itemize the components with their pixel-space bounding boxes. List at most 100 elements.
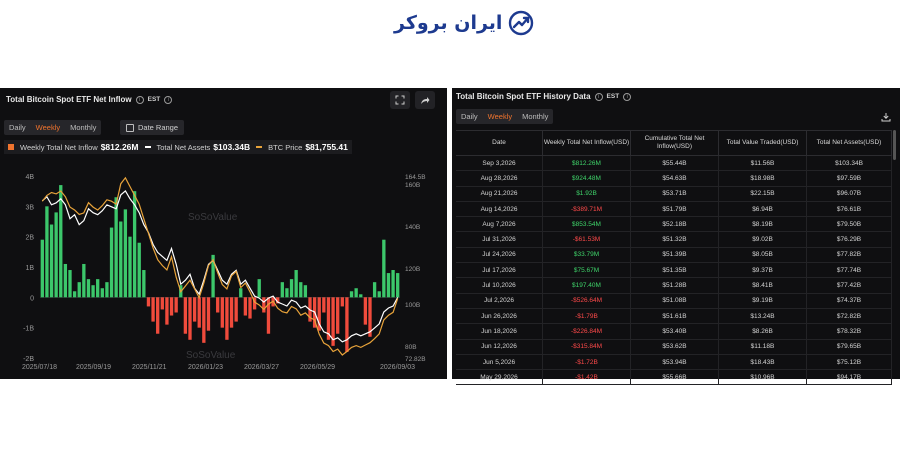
right-axis-tick: 160B <box>405 182 420 189</box>
column-header-date[interactable]: Date <box>456 131 543 155</box>
cell-weekly-inflow: -$61.53M <box>543 232 631 247</box>
inflow-bar <box>216 297 220 313</box>
info-icon[interactable]: i <box>164 95 173 104</box>
inflow-bar <box>280 282 284 298</box>
table-row[interactable]: Sep 3,2026 $812.26M $55.44B $11.56B $103.34B <box>456 156 892 172</box>
inflow-bar <box>72 291 77 298</box>
table-row[interactable]: Jun 18,2026 -$226.84M $53.40B $8.26B $78.32B <box>456 324 892 340</box>
download-button[interactable] <box>876 108 896 126</box>
chart-panel-title: Total Bitcoin Spot ETF Net Inflow <box>6 95 132 104</box>
table-row[interactable]: Aug 14,2026 -$389.71M $51.79B $6.94B $76.61B <box>456 201 892 218</box>
info-icon[interactable]: i <box>623 92 632 101</box>
inflow-bar <box>239 288 243 298</box>
inflow-bar <box>45 206 49 298</box>
table-row[interactable]: Aug 7,2026 $853.54M $52.18B $8.19B $79.50B <box>456 217 892 233</box>
cell-weekly-inflow: -$1.72B <box>543 354 631 370</box>
left-axis-tick: 4B <box>25 174 34 181</box>
inflow-bar <box>220 297 224 328</box>
cell-net-assets: $96.07B <box>807 186 892 201</box>
inflow-bar <box>202 297 206 343</box>
tab-weekly[interactable]: Weekly <box>31 120 65 135</box>
inflow-bar <box>349 291 354 298</box>
info-icon[interactable]: i <box>135 95 144 104</box>
share-button[interactable] <box>415 91 435 109</box>
brand-chart-icon <box>509 10 534 36</box>
inflow-bar <box>68 270 72 298</box>
cell-net-assets: $76.29B <box>807 232 892 247</box>
brand-logo[interactable]: ایران بروکر <box>394 10 534 36</box>
table-panel-title-row: Total Bitcoin Spot ETF History Data i ES… <box>456 92 632 101</box>
inflow-bar <box>183 297 188 334</box>
tab-daily[interactable]: Daily <box>4 120 31 135</box>
download-icon <box>881 113 891 122</box>
inflow-bar <box>142 270 146 298</box>
right-axis-tick: 80B <box>405 344 417 351</box>
table-row[interactable]: Jun 12,2026 -$315.84M $53.62B $11.18B $79.65… <box>456 339 892 355</box>
inflow-bar <box>188 297 192 340</box>
tab-daily[interactable]: Daily <box>456 109 483 124</box>
table-row[interactable]: Jul 2,2026 -$526.64M $51.08B $9.19B $74.37B <box>456 293 892 309</box>
tab-weekly[interactable]: Weekly <box>483 109 517 124</box>
brand-header: ایران بروکر <box>0 0 900 50</box>
table-scrollbar[interactable] <box>893 130 896 160</box>
cell-weekly-inflow: -$226.84M <box>543 324 631 339</box>
fullscreen-button[interactable] <box>390 91 410 109</box>
legend-swatch <box>144 146 151 148</box>
cell-cumulative-inflow: $51.79B <box>631 201 719 217</box>
inflow-bar <box>40 239 44 298</box>
inflow-bar <box>396 273 400 298</box>
cell-weekly-inflow: $1.92B <box>543 186 631 201</box>
date-range-button[interactable]: Date Range <box>120 120 185 135</box>
inflow-bar <box>119 221 123 298</box>
right-axis-tick: 164.5B <box>405 174 426 181</box>
history-data-panel: Total Bitcoin Spot ETF History Data i ES… <box>452 88 900 386</box>
column-header-value-traded[interactable]: Total Value Traded(USD) <box>719 131 807 155</box>
cell-value-traded: $11.18B <box>719 339 807 354</box>
table-row[interactable]: Aug 21,2026 $1.92B $53.71B $22.15B $96.07B <box>456 186 892 202</box>
legend-swatch <box>256 146 263 148</box>
legend-item-inflow[interactable]: Weekly Total Net Inflow $812.26M <box>8 142 139 152</box>
cell-net-assets: $77.74B <box>807 263 892 278</box>
share-icon <box>421 97 430 104</box>
table-row[interactable]: May 29,2026 -$1.42B $55.66B $10.96B $94.17B <box>456 370 892 386</box>
table-row[interactable]: Jun 26,2026 -$1.79B $51.61B $13.24B $72.82B <box>456 308 892 325</box>
table-row[interactable]: Jul 17,2026 $75.67M $51.35B $9.37B $77.74B <box>456 263 892 279</box>
cell-date: Jul 2,2026 <box>456 293 543 308</box>
table-row[interactable]: Aug 28,2026 $924.48M $54.63B $18.98B $97.59B <box>456 171 892 187</box>
legend-label: Total Net Assets <box>156 142 211 152</box>
inflow-bar <box>96 279 100 298</box>
column-header-net-assets[interactable]: Total Net Assets(USD) <box>807 131 892 155</box>
cell-net-assets: $79.65B <box>807 339 892 354</box>
x-axis-tick: 2026/05/29 <box>300 364 335 371</box>
cell-cumulative-inflow: $51.32B <box>631 232 719 247</box>
inflow-bar <box>234 297 238 322</box>
table-row[interactable]: Jun 5,2026 -$1.72B $53.94B $18.43B $75.12B <box>456 354 892 371</box>
table-row[interactable]: Jul 31,2026 -$61.53M $51.32B $9.02B $76.29B <box>456 232 892 248</box>
tab-monthly[interactable]: Monthly <box>65 120 101 135</box>
right-axis-tick: 100B <box>405 302 420 309</box>
cell-date: Sep 3,2026 <box>456 156 543 171</box>
cell-net-assets: $75.12B <box>807 354 892 370</box>
legend-item-assets[interactable]: Total Net Assets $103.34B <box>144 142 250 152</box>
inflow-bar <box>63 263 68 298</box>
legend-item-btc-price[interactable]: BTC Price $81,755.41 <box>256 142 348 152</box>
cell-net-assets: $78.32B <box>807 324 892 339</box>
inflow-bar <box>289 279 294 298</box>
column-header-weekly-inflow[interactable]: Weekly Total Net Inflow(USD) <box>543 131 631 155</box>
cell-date: Jun 5,2026 <box>456 354 543 370</box>
inflow-bar <box>59 185 63 298</box>
cell-net-assets: $76.61B <box>807 201 892 217</box>
info-icon[interactable]: i <box>594 92 603 101</box>
cell-value-traded: $10.96B <box>719 370 807 385</box>
inflow-bar <box>77 282 81 298</box>
interval-tabs: Daily Weekly Monthly <box>4 120 102 135</box>
table-row[interactable]: Jul 10,2026 $197.40M $51.28B $8.41B $77.42B <box>456 278 892 294</box>
tab-monthly[interactable]: Monthly <box>517 109 553 124</box>
inflow-bar <box>123 209 128 298</box>
table-row[interactable]: Jul 24,2026 $33.79M $51.39B $8.05B $77.82B <box>456 247 892 264</box>
cell-date: Jul 24,2026 <box>456 247 543 263</box>
column-header-cumulative-inflow[interactable]: Cumulative Total Net Inflow(USD) <box>631 131 719 155</box>
cell-net-assets: $77.42B <box>807 278 892 293</box>
inflow-bar <box>100 288 104 298</box>
net-inflow-chart[interactable]: SoSoValueSoSoValue4B3B2B1B0-1B-2B164.5B1… <box>0 158 447 379</box>
